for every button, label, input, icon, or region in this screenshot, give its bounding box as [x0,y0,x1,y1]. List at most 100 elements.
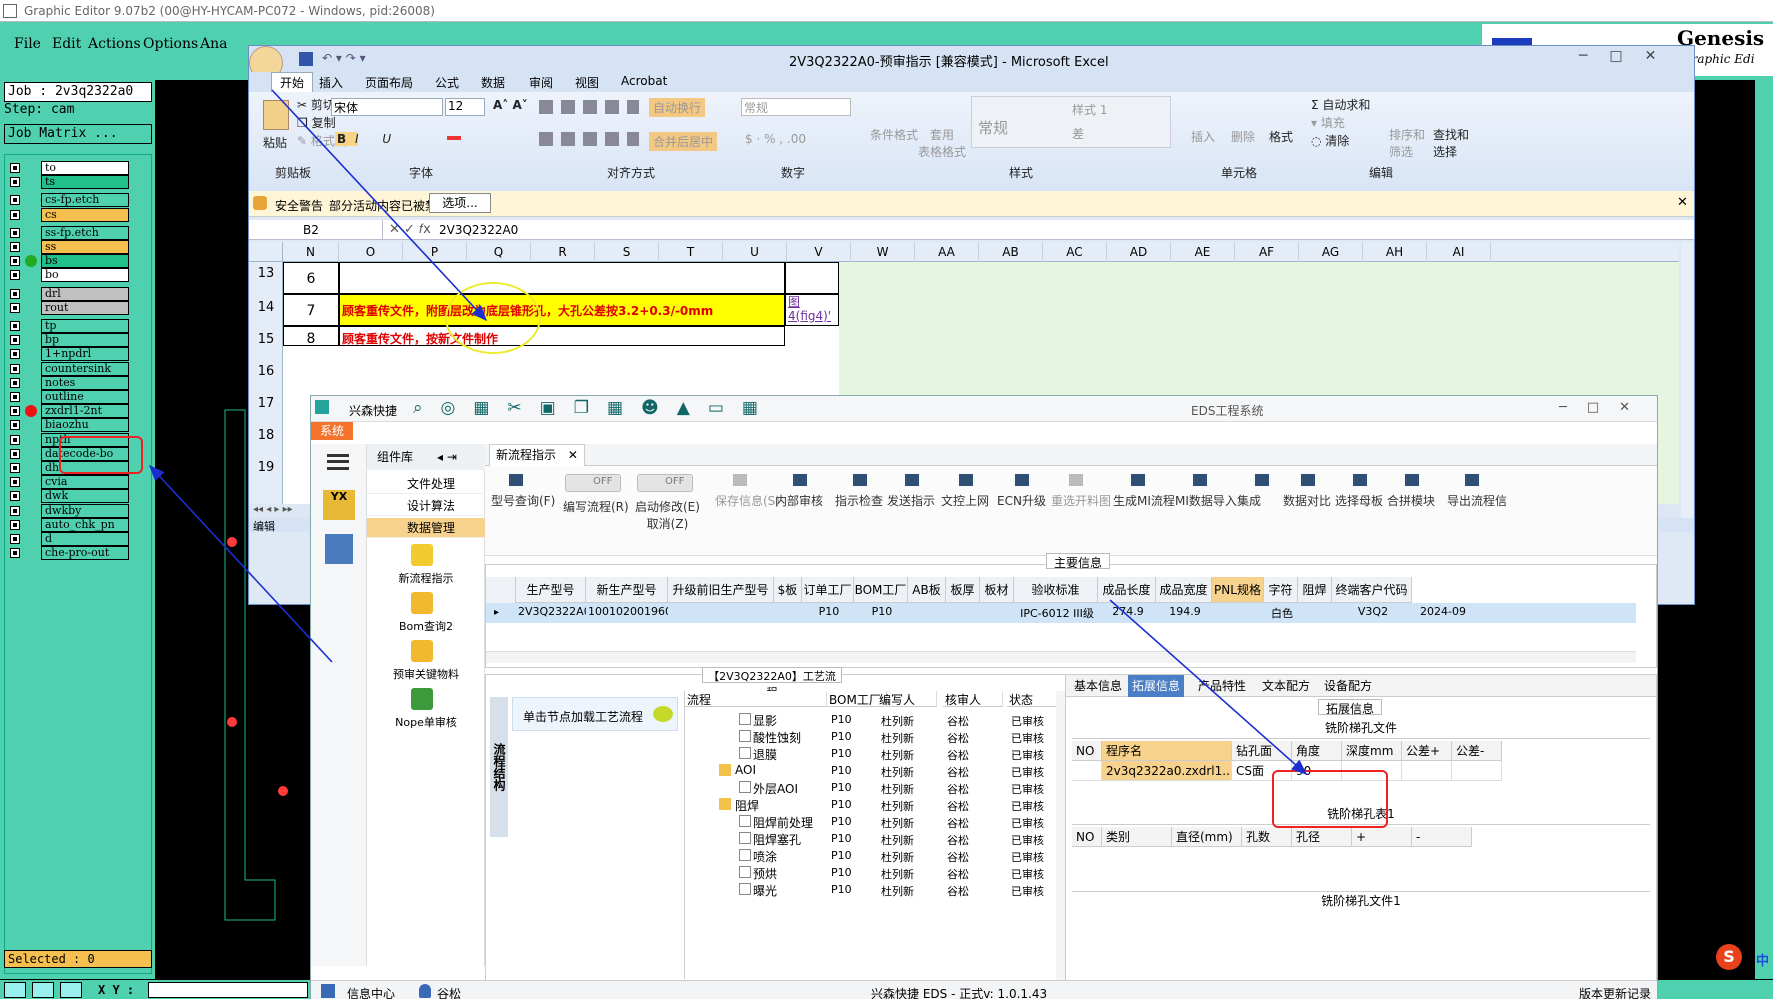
tree-row[interactable]: 预烘 P10 杜列新 谷松 已审核 [685,864,1060,881]
layer-checkbox[interactable] [10,434,20,445]
ribbon-tab-5[interactable]: 审阅 [529,74,553,91]
toolbar-button[interactable]: ECN升级 [997,492,1046,509]
grid-hscroll[interactable] [486,651,1636,663]
font-name-select[interactable]: 宋体 [331,98,443,116]
undo-icon[interactable]: ↶ ▾ ↷ ▾ [322,51,366,65]
toolbar-button[interactable]: 文控上网 [941,492,989,509]
ribbon-tab-1[interactable]: 插入 [319,74,343,91]
cell[interactable] [785,262,839,294]
note-cell-row7[interactable]: 顾客重传文件，附图层改为底层锥形孔，大孔公差按3.2+0.3/-0mm [339,294,785,326]
cell-no[interactable]: 8 [283,326,339,347]
column-header[interactable]: AB [979,242,1043,262]
tree-node-label[interactable]: 显影 [753,712,777,729]
tree-node-label[interactable]: AOI [735,763,756,777]
yx-logo-icon[interactable]: YX [323,490,355,520]
column-header[interactable]: O [339,242,403,262]
layer-name[interactable]: bs [41,254,129,269]
layer-checkbox[interactable] [10,349,20,360]
column-header[interactable]: AF [1235,242,1299,262]
t2-header[interactable]: 类别 [1102,827,1172,847]
layer-name[interactable]: cvia [41,475,129,490]
column-header[interactable]: R [531,242,595,262]
t1-header[interactable]: 公差- [1452,741,1502,761]
column-header[interactable]: N [283,242,339,262]
layer-row[interactable]: cs [7,207,147,222]
copy-button[interactable]: ❐ 复制 [297,114,336,131]
layer-name[interactable]: d [41,532,129,546]
left-tool-icon[interactable] [411,640,433,662]
layer-checkbox[interactable] [10,505,20,516]
grid-header[interactable]: 板材 [980,577,1014,603]
find-select-button[interactable]: 查找和 选择 [1433,126,1469,160]
layer-row[interactable]: ts [7,175,147,190]
sheet-nav-icon[interactable]: ◂◂ ◂ ▸ ▸▸ [253,504,293,515]
format-cells-button[interactable]: 格式 [1269,128,1293,145]
layer-name[interactable]: countersink [41,361,129,376]
grid-row-selected[interactable]: 2V3Q2322A010010200196000 P10P10 IPC-6012 I… [486,603,1636,623]
row-header[interactable]: 19 [249,460,283,475]
tree-header[interactable]: 流程 [685,691,827,707]
corner-cell[interactable] [249,242,283,262]
tree-node-label[interactable]: 酸性蚀刻 [753,729,801,746]
tree-row[interactable]: 外层AOI P10 杜列新 谷松 已审核 [685,779,1060,796]
library-item[interactable]: 数据管理 [367,518,485,538]
layer-name[interactable]: cs-fp.etch [41,193,129,208]
layer-checkbox[interactable] [10,377,20,388]
layer-checkbox[interactable] [10,363,20,374]
layer-row[interactable]: che-pro-out [7,546,147,561]
column-header[interactable]: AE [1171,242,1235,262]
grid-header[interactable]: 成品宽度 [1156,577,1212,603]
tree-node-label[interactable]: 退膜 [753,746,777,763]
note-cell-row8[interactable]: 顾客重传文件，按新文件制作 [339,326,785,346]
layer-checkbox[interactable] [10,491,20,502]
layer-row[interactable]: dwkby [7,503,147,518]
layer-checkbox[interactable] [10,227,20,238]
number-format-select[interactable]: 常规 [741,98,851,116]
t1-header[interactable]: 深度mm [1342,741,1402,761]
tree-node-label[interactable]: 曝光 [753,882,777,899]
layer-checkbox[interactable] [10,463,20,473]
column-header[interactable]: AG [1299,242,1363,262]
column-header[interactable]: P [403,242,467,262]
menu-item-file[interactable]: File [14,36,41,52]
tree-row[interactable]: 喷涂 P10 杜列新 谷松 已审核 [685,847,1060,864]
italic-icon[interactable]: I U [355,132,401,146]
ribbon-tab-3[interactable]: 公式 [435,74,459,91]
ribbon-tab-6[interactable]: 视图 [575,74,599,91]
layer-checkbox[interactable] [10,448,20,459]
layer-checkbox[interactable] [10,534,20,544]
t1-header[interactable]: NO [1072,741,1102,761]
toolbar-button[interactable]: 集成 [1237,492,1261,509]
layer-name[interactable]: bo [41,268,129,283]
row-header[interactable]: 14 [249,300,283,315]
info-tab[interactable]: 产品特性 [1194,675,1250,697]
security-options-button[interactable]: 选项... [429,193,491,213]
layer-name[interactable]: outline [41,390,129,404]
grid-cell[interactable]: 274.9 [1098,605,1156,618]
align-icons[interactable] [539,100,639,114]
grid-cell[interactable]: P10 [854,605,908,618]
cell-no[interactable]: 7 [283,294,339,326]
t1-header[interactable]: 程序名 [1102,741,1232,761]
column-header[interactable]: AA [915,242,979,262]
grid-cell[interactable]: 白色 [1264,605,1298,621]
layer-name[interactable]: biaozhu [41,418,129,433]
job-matrix-button[interactable]: Job Matrix ... [4,124,152,144]
toolbar-button[interactable]: 型号查询(F) [491,492,555,509]
tree-header[interactable]: 核审人 [943,691,1003,707]
tree-node-label[interactable]: 阻焊前处理 [753,814,813,831]
layer-row[interactable]: rout [7,300,147,315]
layer-checkbox[interactable] [10,392,20,402]
tree-row[interactable]: 曝光 P10 杜列新 谷松 已审核 [685,881,1060,898]
left-tool-icon[interactable] [411,592,433,614]
grid-header[interactable]: 阻焊 [1298,577,1332,603]
tree-row[interactable]: 酸性蚀刻 P10 杜列新 谷松 已审核 [685,728,1060,745]
t1-header[interactable]: 公差+ [1402,741,1452,761]
grid-header[interactable]: 板厚 [946,577,980,603]
tree-node-label[interactable]: 外层AOI [753,780,798,797]
cell-no[interactable]: 6 [283,262,339,294]
column-header[interactable]: AC [1043,242,1107,262]
layer-row[interactable]: zxdrl1-2nt [7,404,147,419]
toolbar-button[interactable]: 编写流程(R) [563,498,629,515]
indent-icons[interactable] [539,132,639,146]
